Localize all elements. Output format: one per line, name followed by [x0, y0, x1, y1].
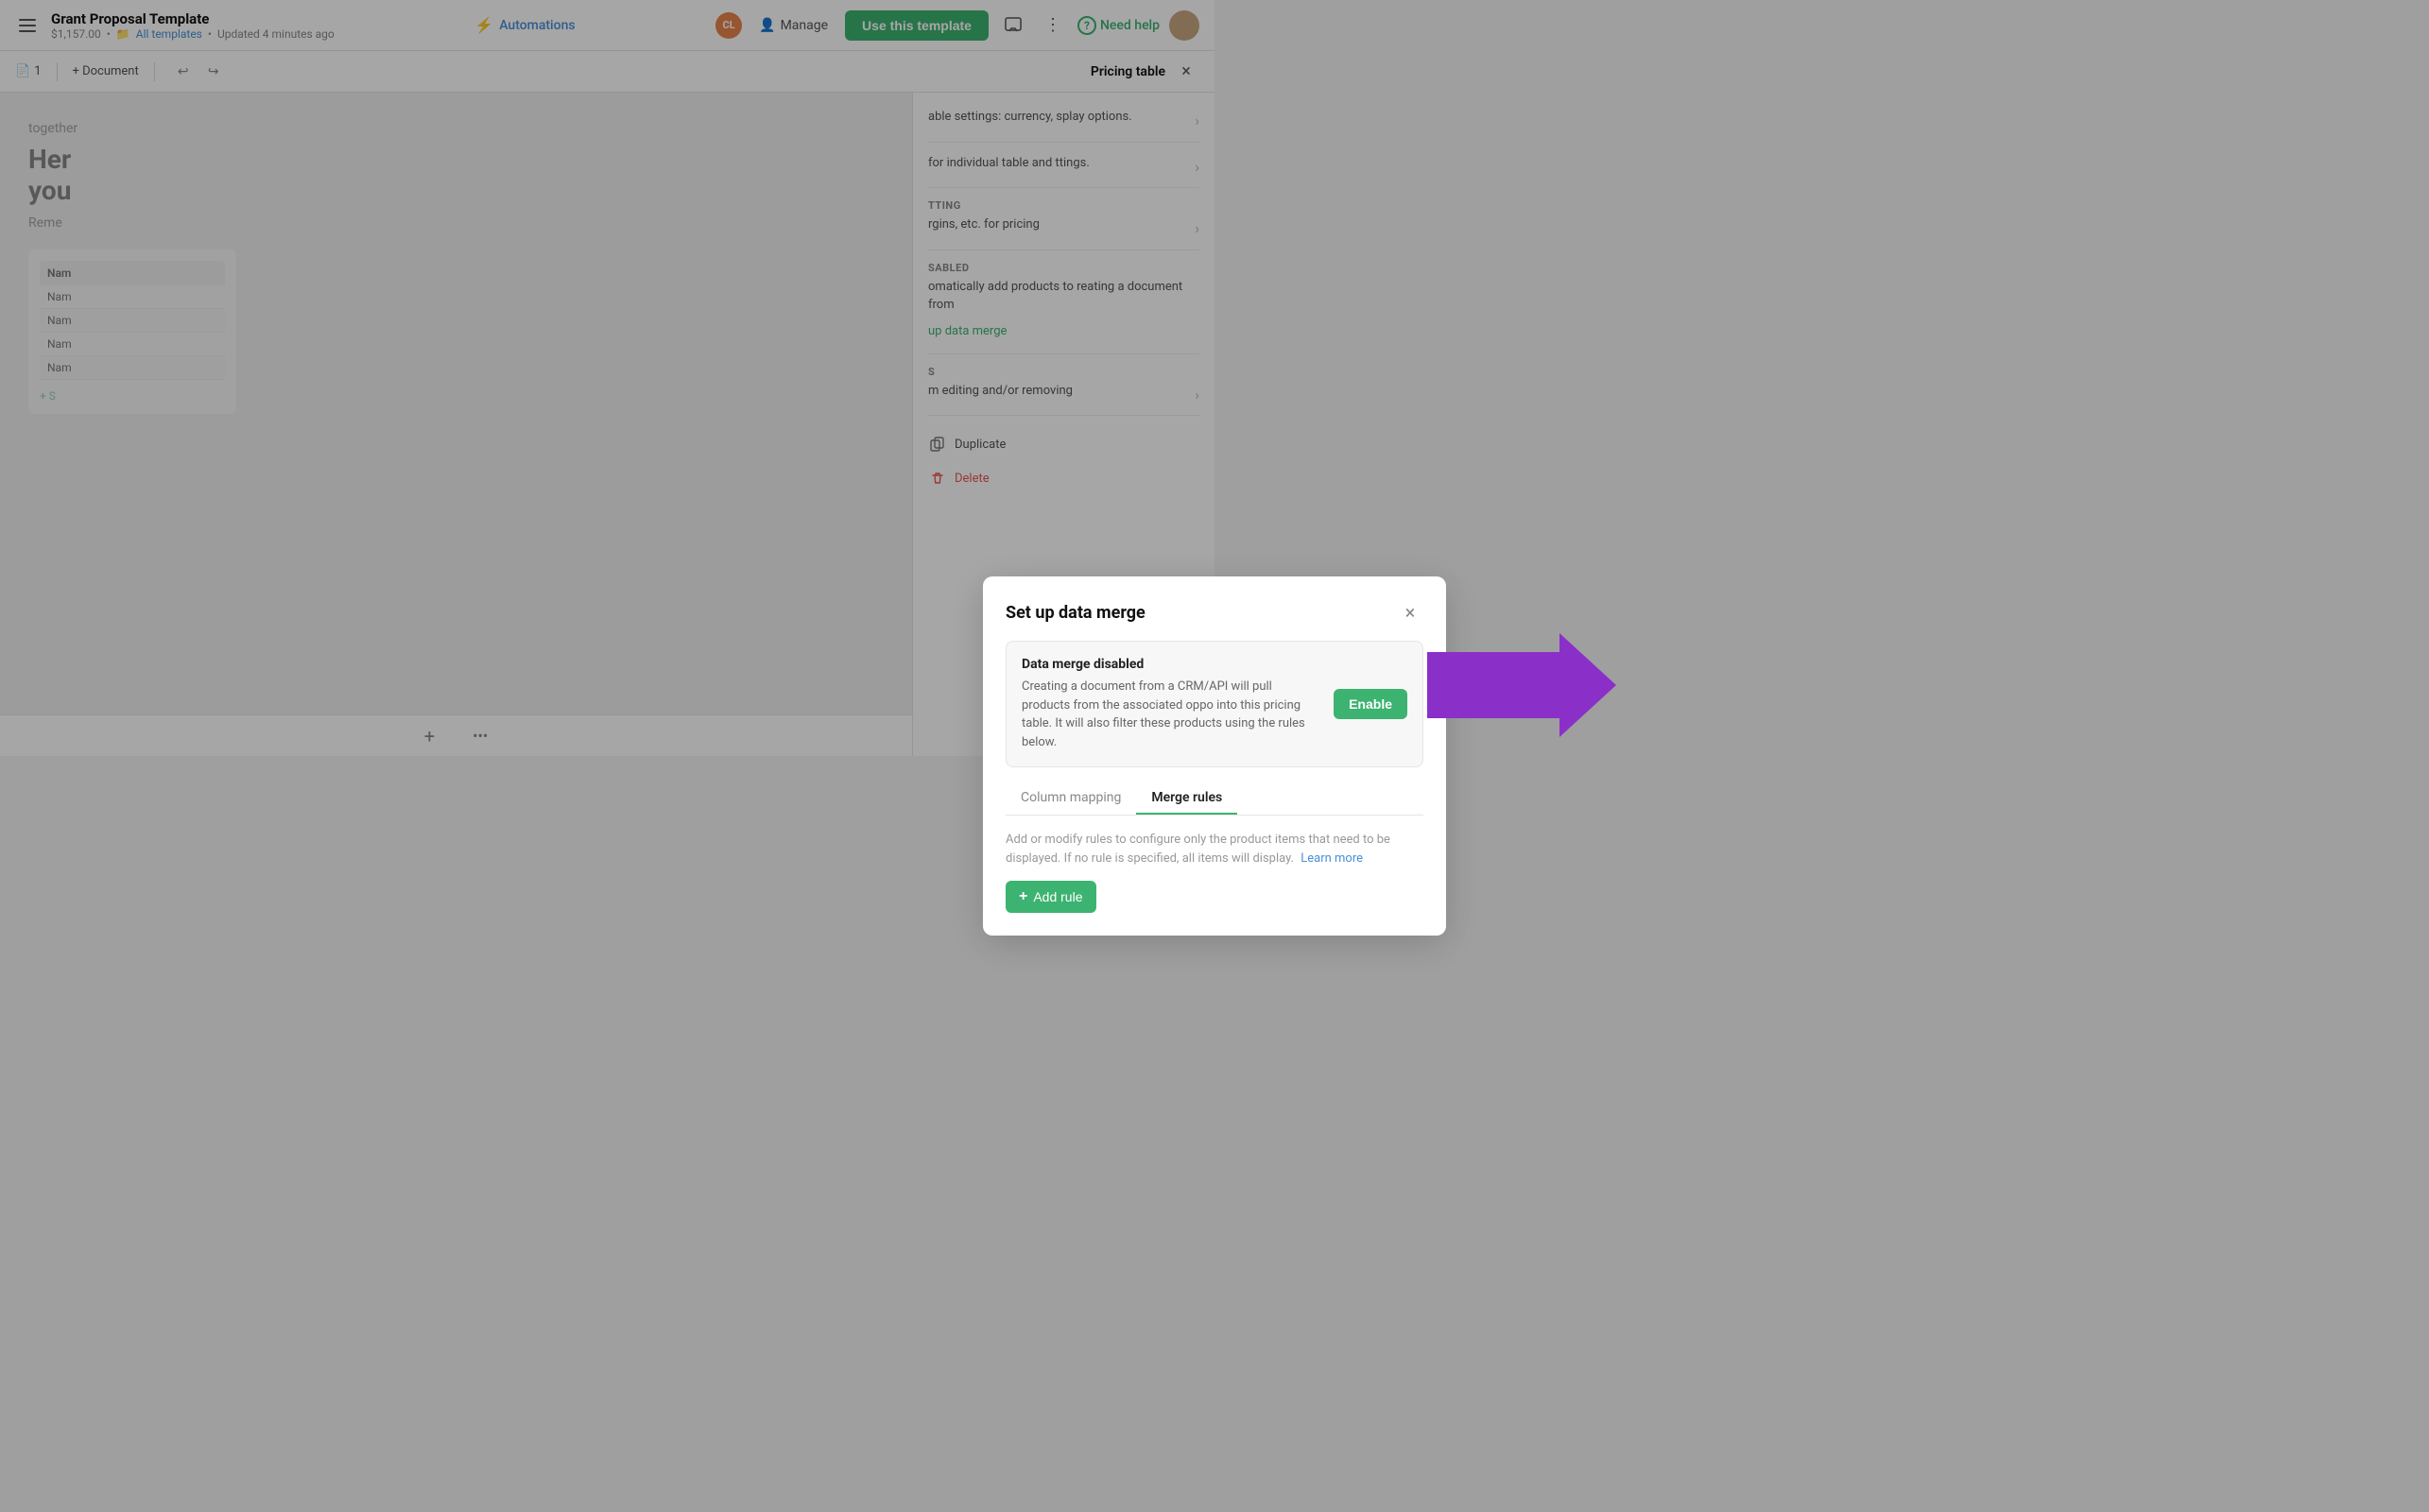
learn-more-link[interactable]: Learn more	[1301, 851, 1363, 866]
merge-disabled-banner: Data merge disabled Creating a document …	[1006, 641, 1423, 767]
merge-disabled-heading: Data merge disabled	[1022, 657, 1322, 672]
add-rule-button[interactable]: + Add rule	[1006, 881, 1096, 913]
merge-disabled-text: Data merge disabled Creating a document …	[1022, 657, 1322, 751]
modal-tabs: Column mapping Merge rules	[1006, 782, 1423, 816]
modal-body: Data merge disabled Creating a document …	[983, 641, 1446, 936]
tab-column-mapping[interactable]: Column mapping	[1006, 782, 1136, 815]
modal-close-button[interactable]: ×	[1397, 599, 1423, 626]
modal-header: Set up data merge ×	[983, 576, 1446, 641]
setup-data-merge-modal: Set up data merge × Data merge disabled …	[983, 576, 1446, 936]
tab-merge-rules[interactable]: Merge rules	[1136, 782, 1237, 815]
modal-title: Set up data merge	[1006, 603, 1146, 623]
modal-wrapper: Set up data merge × Data merge disabled …	[983, 576, 1446, 936]
modal-overlay[interactable]: Set up data merge × Data merge disabled …	[0, 0, 2429, 1512]
purple-arrow-container	[1427, 633, 1616, 741]
rules-description: Add or modify rules to configure only th…	[1006, 831, 1423, 868]
add-rule-label: Add rule	[1033, 889, 1082, 904]
add-rule-plus-icon: +	[1019, 888, 1027, 905]
enable-button[interactable]: Enable	[1334, 689, 1407, 719]
merge-disabled-description: Creating a document from a CRM/API will …	[1022, 678, 1322, 751]
